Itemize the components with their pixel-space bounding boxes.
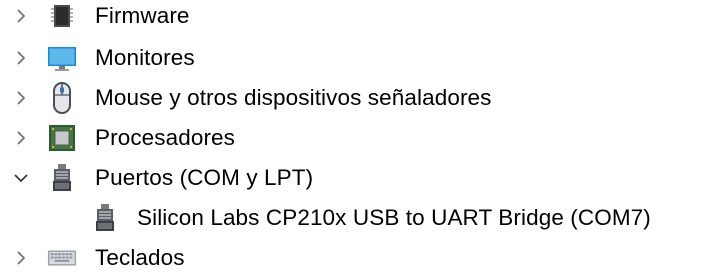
monitor-icon [47, 43, 77, 73]
chevron-right-icon[interactable] [10, 127, 32, 149]
tree-item-teclados[interactable]: Teclados [0, 238, 713, 278]
tree-item-label: Procesadores [95, 125, 236, 150]
keyboard-icon [47, 243, 77, 273]
device-manager-tree: Firmware Monitores Mouse y otros disposi… [0, 0, 713, 272]
chevron-right-icon[interactable] [10, 247, 32, 269]
chevron-right-icon[interactable] [10, 5, 32, 27]
chevron-right-icon[interactable] [10, 87, 32, 109]
tree-item-puertos[interactable]: Puertos (COM y LPT) [0, 158, 713, 198]
tree-item-label: Mouse y otros dispositivos señaladores [95, 85, 492, 110]
tree-item-silicon-labs-cp210x[interactable]: Silicon Labs CP210x USB to UART Bridge (… [0, 198, 713, 238]
tree-item-firmware[interactable]: Firmware [0, 0, 713, 36]
tree-item-label: Teclados [95, 245, 185, 270]
chevron-down-icon[interactable] [10, 167, 32, 189]
port-connector-icon [90, 203, 120, 233]
processor-icon [47, 123, 77, 153]
tree-item-label: Puertos (COM y LPT) [95, 165, 314, 190]
tree-item-label: Firmware [95, 3, 190, 28]
tree-item-mouse[interactable]: Mouse y otros dispositivos señaladores [0, 78, 713, 118]
tree-item-label: Monitores [95, 45, 195, 70]
tree-item-procesadores[interactable]: Procesadores [0, 118, 713, 158]
mouse-icon [47, 82, 77, 114]
firmware-chip-icon [47, 1, 77, 31]
port-connector-icon [47, 163, 77, 193]
tree-item-label: Silicon Labs CP210x USB to UART Bridge (… [137, 205, 651, 230]
tree-item-monitores[interactable]: Monitores [0, 38, 713, 78]
chevron-right-icon[interactable] [10, 47, 32, 69]
